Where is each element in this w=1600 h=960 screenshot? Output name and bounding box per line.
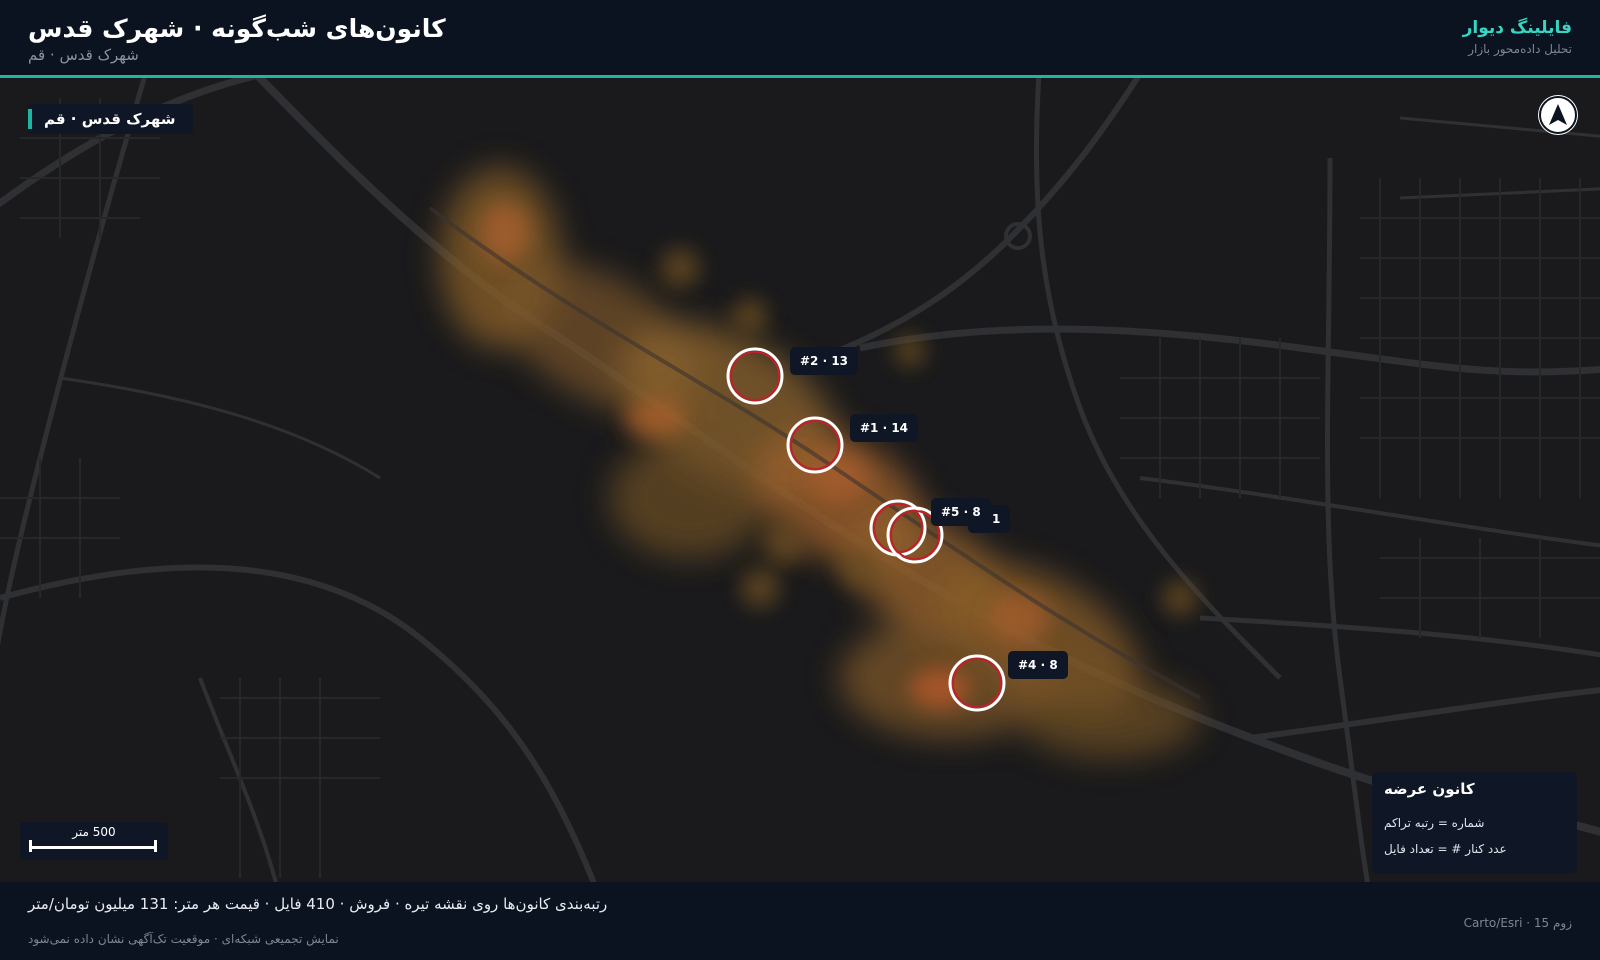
hotspot-label-4[interactable]: #4 · 8 (1008, 651, 1068, 679)
scale-bar: 500 متر (20, 822, 168, 860)
legend-item-rank: شماره = رتبه تراکم (1384, 816, 1485, 830)
north-arrow-glyph (1549, 104, 1567, 125)
legend-item-count: عدد کنار # = تعداد فایل (1384, 842, 1507, 856)
brand-name: فایلینگ دیوار (1462, 18, 1572, 38)
hotspot-label-5[interactable]: #5 · 8 (931, 498, 991, 526)
scale-tick-left (29, 840, 32, 852)
page-title: کانون‌های شب‌گونه · شهرک قدس (28, 14, 446, 43)
map-canvas[interactable]: #2 · 13 #1 · 14 1 #5 · 8 #4 · 8 (0, 78, 1600, 882)
map-graphics (0, 78, 1600, 882)
map-attribution: زوم 15 · Carto/Esri (1463, 916, 1572, 930)
legend-panel: کانون عرضه شماره = رتبه تراکم عدد کنار #… (1372, 772, 1577, 874)
footer-note: نمایش تجمیعی شبکه‌ای · موقعیت تک‌آگهی نش… (28, 932, 339, 946)
scale-line (29, 846, 157, 849)
footer-summary: رتبه‌بندی کانون‌ها روی نقشه تیره · فروش … (28, 895, 608, 913)
page-subtitle: شهرک قدس · قم (28, 46, 139, 64)
footer-bar: رتبه‌بندی کانون‌ها روی نقشه تیره · فروش … (0, 882, 1600, 960)
hotspot-label-1[interactable]: #1 · 14 (850, 414, 919, 442)
legend-title: کانون عرضه (1384, 780, 1475, 798)
scale-tick-right (154, 840, 157, 852)
brand-tagline: تحلیل داده‌محور بازار (1468, 42, 1572, 56)
hotspot-label-2[interactable]: #2 · 13 (790, 347, 859, 375)
scale-label: 500 متر (72, 825, 116, 839)
north-arrow-icon[interactable] (1539, 96, 1577, 134)
location-chip: شهرک قدس · قم (28, 104, 194, 134)
header-bar: کانون‌های شب‌گونه · شهرک قدس شهرک قدس · … (0, 0, 1600, 75)
